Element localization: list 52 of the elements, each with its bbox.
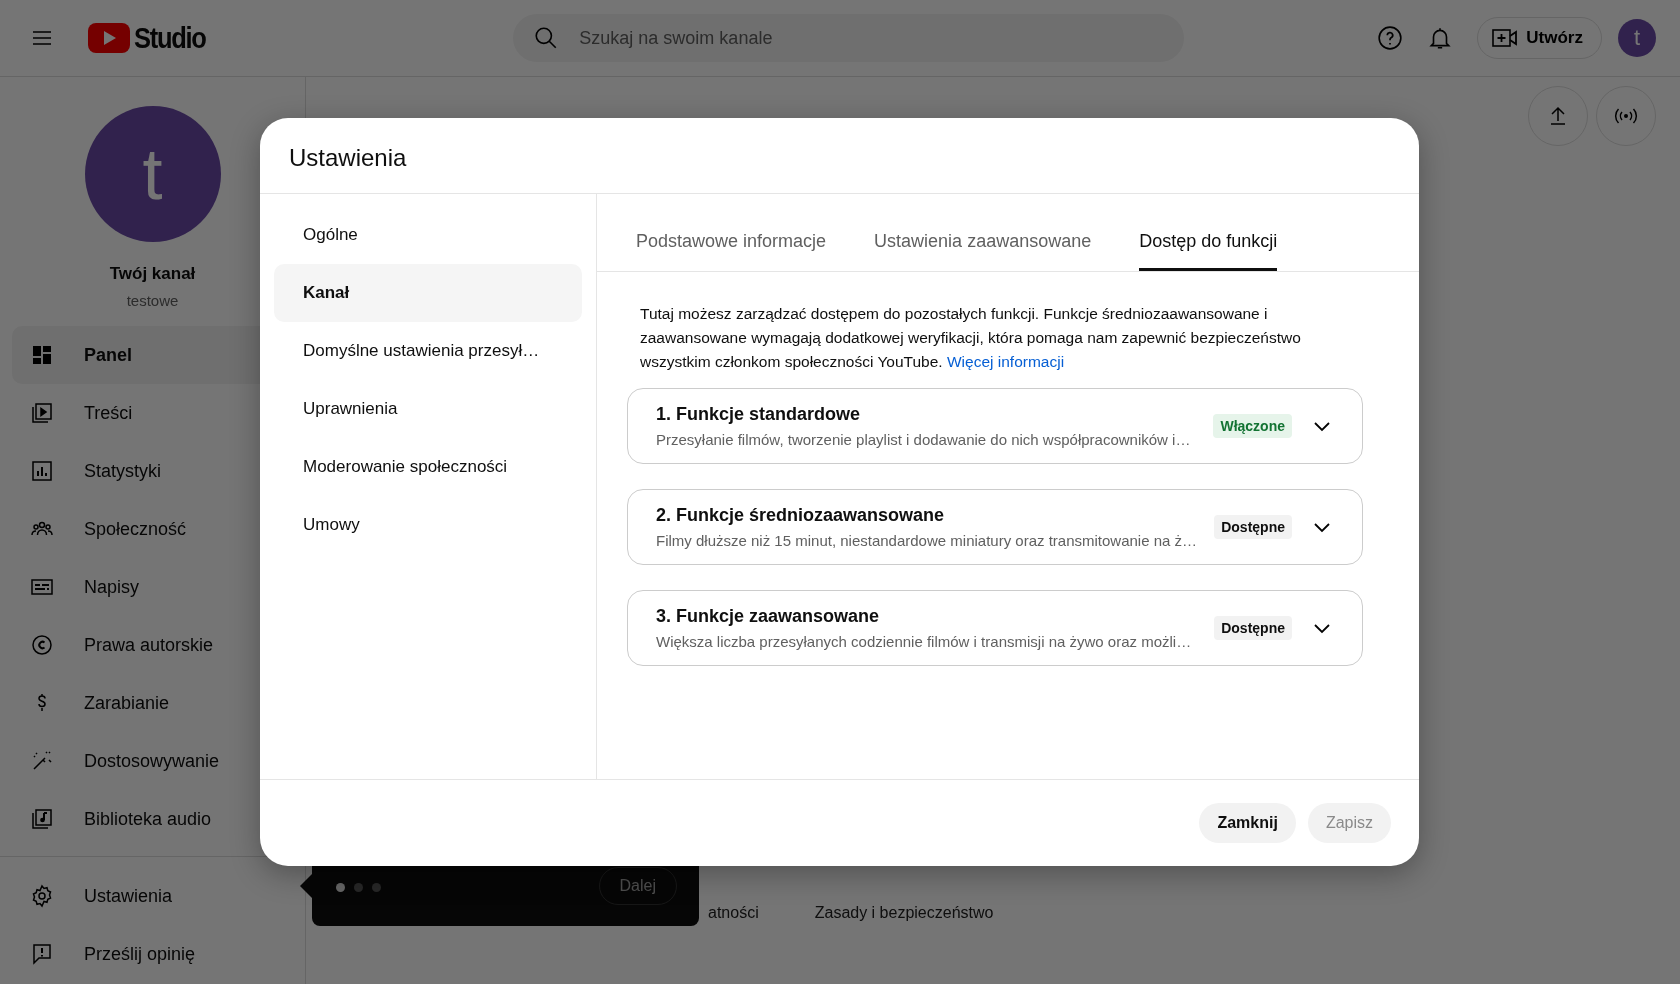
bar-chart-icon bbox=[30, 459, 54, 483]
settings-nav-item[interactable]: Ogólne bbox=[274, 206, 582, 264]
page-dot[interactable] bbox=[336, 883, 345, 892]
copyright-icon bbox=[30, 633, 54, 657]
page-dot[interactable] bbox=[372, 883, 381, 892]
video-library-icon bbox=[30, 401, 54, 425]
more-info-link[interactable]: Więcej informacji bbox=[947, 353, 1065, 370]
channel-avatar[interactable]: t bbox=[84, 106, 221, 242]
avatar[interactable]: t bbox=[1618, 19, 1656, 57]
channel-name: Twój kanał bbox=[109, 264, 196, 284]
feedback-icon bbox=[30, 942, 54, 966]
live-button[interactable] bbox=[1596, 86, 1656, 146]
sidebar-item[interactable]: Prawa autorskie bbox=[12, 616, 293, 674]
tab[interactable]: Ustawienia zaawansowane bbox=[874, 194, 1092, 271]
video-plus-icon bbox=[1492, 27, 1519, 49]
feature-title: 2. Funkcje średniozaawansowane bbox=[656, 505, 946, 526]
settings-icon bbox=[30, 884, 54, 908]
next-button[interactable]: Dalej bbox=[598, 867, 677, 905]
status-label: Dostępne bbox=[1214, 616, 1292, 640]
settings-nav-item[interactable]: Kanał bbox=[274, 264, 582, 322]
create-button[interactable]: Utwórz bbox=[1477, 17, 1602, 59]
dashboard-icon bbox=[30, 343, 54, 367]
feature-title: 1. Funkcje standardowe bbox=[656, 404, 862, 425]
status-label: Włączone bbox=[1213, 414, 1292, 438]
sidebar-item[interactable]: Dostosowywanie bbox=[12, 732, 293, 790]
feature-description: Przesyłanie filmów, tworzenie playlist i dodawanie do nich współpracowników i… bbox=[656, 431, 1192, 448]
sidebar-item[interactable]: Prześlij opinię bbox=[12, 925, 293, 983]
music-library-icon bbox=[30, 807, 54, 831]
tab[interactable]: Dostęp do funkcji bbox=[1139, 194, 1278, 271]
tab[interactable]: Podstawowe informacje bbox=[636, 194, 827, 271]
dialog-button[interactable]: Zamknij bbox=[1199, 803, 1296, 843]
channel-handle: testowe bbox=[126, 292, 179, 309]
footer-link[interactable]: atności bbox=[708, 904, 759, 922]
play-logo-icon bbox=[88, 23, 130, 53]
sidebar-item[interactable]: Napisy bbox=[12, 558, 293, 616]
feature-description: Filmy dłuższe niż 15 minut, niestandardowe miniatury oraz transmitowanie na ż… bbox=[656, 532, 1199, 549]
sidebar-item[interactable]: Ustawienia bbox=[12, 867, 293, 925]
sidebar-item[interactable]: Zarabianie bbox=[12, 674, 293, 732]
feature-title: 3. Funkcje zaawansowane bbox=[656, 606, 881, 627]
logo-text: Studio bbox=[134, 21, 206, 55]
sidebar-item[interactable]: Biblioteka audio bbox=[12, 790, 293, 848]
feature-card[interactable]: 2. Funkcje średniozaawansowane Filmy dłuższe niż 15 minut, niestandardowe miniatury oraz transmitowanie na ż… Dostępne bbox=[627, 489, 1363, 565]
status-label: Dostępne bbox=[1214, 515, 1292, 539]
description-text: Tutaj możesz zarządzać dostępem do pozostałych funkcji. Funkcje średniozaawansowane i zaawansowane wymagają dodatkowej weryfikacji, która pomaga nam zapewnić bezpieczeństwo wszystkim członkom społeczności YouTube. Więcej informacji bbox=[640, 304, 1302, 372]
search-field[interactable]: Szukaj na swoim kanale bbox=[513, 14, 1185, 62]
help-icon[interactable] bbox=[1377, 25, 1404, 51]
page-dot[interactable] bbox=[354, 883, 363, 892]
feature-card[interactable]: 3. Funkcje zaawansowane Większa liczba przesyłanych codziennie filmów i transmisji na żywo oraz możli… Dostępne bbox=[627, 590, 1363, 666]
footer-link[interactable]: Zasady i bezpieczeństwo bbox=[814, 904, 994, 922]
dialog-title: Ustawienia bbox=[260, 118, 1419, 194]
feature-description: Większa liczba przesyłanych codziennie filmów i transmisji na żywo oraz możli… bbox=[656, 633, 1193, 650]
feature-card[interactable]: 1. Funkcje standardowe Przesyłanie filmów, tworzenie playlist i dodawanie do nich współpracowników i… Włączone bbox=[627, 388, 1363, 464]
